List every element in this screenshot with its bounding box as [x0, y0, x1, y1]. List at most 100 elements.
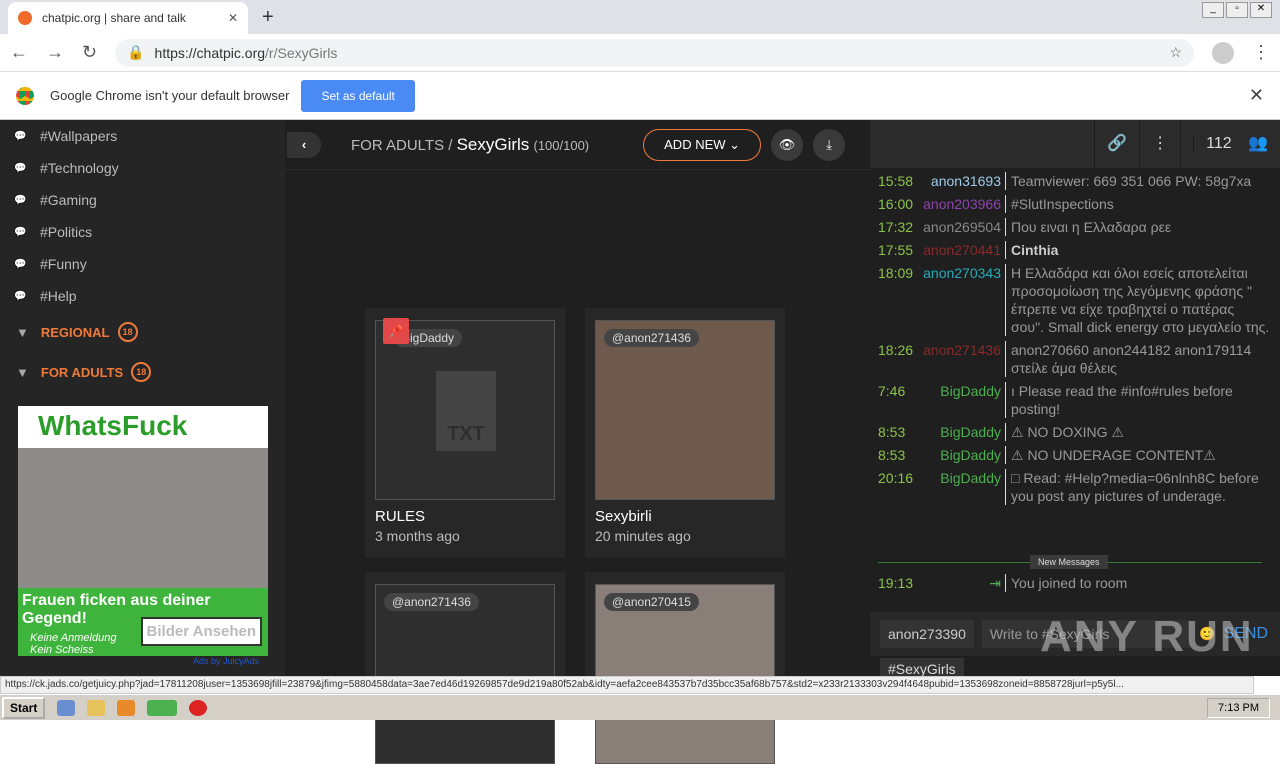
chat-message: 16:00 anon203966 #SlutInspections [870, 195, 1270, 213]
bookmark-star-icon[interactable]: ☆ [1169, 44, 1182, 61]
room-name: SexyGirls [456, 134, 530, 154]
more-icon[interactable]: ⋮ [1139, 120, 1180, 168]
message-user[interactable]: BigDaddy [914, 423, 1006, 441]
ad-button[interactable]: Bilder Ansehen [140, 617, 262, 646]
post-card[interactable]: @anon271436 Sexybirli 20 minutes ago [585, 308, 785, 558]
sidebar-item[interactable]: 💬 #Politics [0, 216, 285, 248]
post-thumbnail: @anon271436 [595, 320, 775, 500]
start-button[interactable]: Start [2, 696, 46, 719]
caret-down-icon: ▼ [16, 364, 29, 380]
post-author: @anon271436 [604, 329, 699, 347]
folder-icon[interactable] [87, 699, 106, 716]
download-icon[interactable]: ⤓ [813, 128, 846, 161]
post-card[interactable]: @anon270415 [585, 572, 785, 764]
group-for-adults[interactable]: ▼ FOR ADULTS 18 [0, 352, 285, 392]
window-controls: _ ▫ ✕ [1202, 2, 1272, 18]
sidebar-item[interactable]: 💬 #Gaming [0, 184, 285, 216]
message-text: #SlutInspections [1011, 196, 1114, 212]
message-user[interactable]: BigDaddy [914, 382, 1006, 418]
crumb-parent[interactable]: FOR ADULTS / [351, 137, 452, 154]
chat-message: 17:55 anon270441 Cinthia [870, 241, 1270, 259]
chat-message: 7:46 BigDaddy ı Please read the #info#rule… [870, 382, 1270, 418]
message-user[interactable]: anon271436 [914, 341, 1006, 377]
close-infobar-icon[interactable]: ✕ [1249, 85, 1264, 106]
message-time: 19:13 [878, 575, 914, 591]
post-thumbnail: @anon271436 [375, 584, 555, 764]
close-window-button[interactable]: ✕ [1250, 2, 1272, 18]
chat-icon: 💬 [14, 194, 27, 206]
back-button[interactable]: ‹ [287, 131, 321, 158]
post-title: RULES [375, 508, 426, 525]
message-user[interactable]: anon269504 [914, 218, 1006, 236]
eye-icon[interactable]: 👁 [771, 128, 804, 161]
message-time: 20:16 [878, 470, 914, 486]
reload-icon[interactable]: ↻ [82, 42, 97, 63]
back-icon[interactable]: ← [10, 42, 28, 63]
new-messages-divider: New Messages [878, 555, 1262, 569]
sidebar-item[interactable]: 💬 #Help [0, 280, 285, 312]
address-bar-row: ← → ↻ 🔒 https://chatpic.org/r/SexyGirls ☆ … [0, 34, 1280, 72]
message-time: 7:46 [878, 383, 906, 399]
message-user[interactable]: BigDaddy [914, 469, 1006, 505]
room-tag[interactable]: #SexyGirls [880, 658, 964, 676]
media-player-icon[interactable] [117, 699, 136, 716]
forward-icon[interactable]: → [46, 42, 64, 63]
message-time: 18:26 [878, 342, 914, 358]
status-bar-url: https://ck.jads.co/getjuicy.php?jad=1781… [0, 676, 1254, 694]
pin-icon: 📌 [383, 318, 409, 344]
message-time: 18:09 [878, 265, 914, 281]
message-user[interactable]: BigDaddy [914, 446, 1006, 464]
add-new-button[interactable]: ADD NEW ⌄ [643, 128, 762, 161]
message-user[interactable]: anon270343 [914, 264, 1006, 336]
message-user[interactable]: anon270441 [914, 241, 1006, 259]
message-text: Cinthia [1011, 242, 1059, 258]
minimize-button[interactable]: _ [1202, 2, 1224, 18]
sidebar-label: #Wallpapers [40, 128, 118, 144]
message-text: anon270660 anon244182 anon179114 στείλε … [1011, 342, 1252, 376]
ads-by-link[interactable]: Ads by JuicyAds [193, 656, 259, 666]
post-card[interactable]: @anon271436 [365, 572, 565, 764]
group-regional[interactable]: ▼ REGIONAL 18 [0, 312, 285, 352]
nickname-button[interactable]: anon273390 [880, 620, 974, 648]
menu-icon[interactable]: ⋮ [1252, 42, 1270, 63]
close-tab-icon[interactable]: ✕ [228, 11, 238, 25]
message-text: ⚠ NO DOXING ⚠ [1011, 424, 1124, 440]
new-tab-button[interactable]: + [262, 6, 274, 29]
message-text: ⚠ NO UNDERAGE CONTENT⚠ [1011, 447, 1216, 463]
profile-avatar[interactable] [1212, 41, 1234, 64]
maximize-button[interactable]: ▫ [1226, 2, 1248, 18]
message-user[interactable]: anon31693 [914, 172, 1006, 190]
ad-subtext: Keine Anmeldung Kein Scheiss [30, 632, 117, 656]
chrome-taskbar-icon[interactable] [147, 699, 178, 716]
join-message: 19:13 ⇥ You joined to room [870, 574, 1270, 592]
sidebar: 💬 #Wallpapers 💬 #Technology 💬 #Gaming 💬 #Pol… [0, 120, 285, 676]
chrome-logo-icon [16, 86, 34, 105]
sidebar-label: #Funny [40, 256, 87, 272]
post-card[interactable]: TXT BigDaddy 📌 RULES 3 months ago [365, 308, 565, 558]
opera-icon[interactable] [189, 699, 208, 716]
url-input[interactable]: 🔒 https://chatpic.org/r/SexyGirls ☆ [115, 38, 1194, 67]
chat-message: 18:09 anon270343 Η Ελλαδάρα και όλοι εσείς… [870, 264, 1270, 336]
users-count[interactable]: 112 👥 [1180, 120, 1280, 168]
sidebar-item[interactable]: 💬 #Wallpapers [0, 120, 285, 152]
set-as-default-button[interactable]: Set as default [301, 79, 415, 112]
new-messages-label: New Messages [1030, 555, 1108, 569]
chat-icon: 💬 [14, 258, 27, 270]
link-icon[interactable]: 🔗 [1094, 120, 1139, 168]
chat-icon: 💬 [14, 162, 27, 174]
browser-tab[interactable]: chatpic.org | share and talk ✕ [8, 2, 248, 34]
message-list: 15:58 anon31693 Teamviewer: 669 351 066 PW… [870, 172, 1270, 510]
ad-title: WhatsFuck [18, 406, 268, 448]
chat-message: 15:58 anon31693 Teamviewer: 669 351 066 PW… [870, 172, 1270, 190]
watermark: ANY RUN [1040, 612, 1254, 661]
infobar-message: Google Chrome isn't your default browser [50, 88, 290, 103]
sidebar-item[interactable]: 💬 #Funny [0, 248, 285, 280]
ie-icon[interactable] [57, 699, 76, 716]
post-author: @anon270415 [604, 593, 699, 611]
sidebar-item[interactable]: 💬 #Technology [0, 152, 285, 184]
advertisement-banner[interactable]: WhatsFuck Frauen ficken aus deiner Gegen… [18, 406, 268, 656]
room-header: ‹ FOR ADULTS / SexyGirls (100/100) ADD N… [285, 120, 870, 170]
group-label: FOR ADULTS [40, 364, 124, 380]
message-user[interactable]: anon203966 [914, 195, 1006, 213]
message-text: ı Please read the #info#rules before pos… [1011, 383, 1233, 417]
